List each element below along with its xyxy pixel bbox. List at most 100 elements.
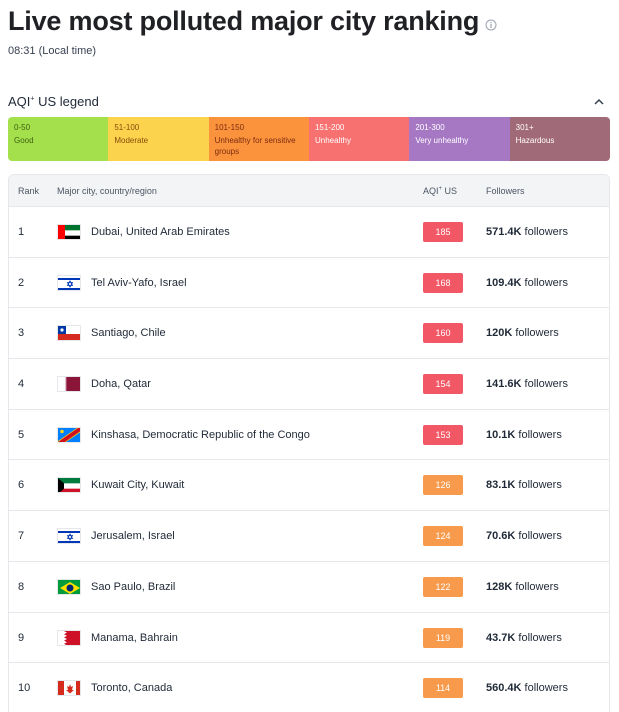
followers-count: 109.4K — [486, 276, 522, 289]
followers-suffix: followers — [515, 530, 562, 543]
followers-count: 571.4K — [486, 226, 522, 238]
aqi-badge: 160 — [423, 323, 463, 344]
city-link[interactable]: Toronto, Canada — [91, 682, 172, 694]
city-link[interactable]: Kuwait City, Kuwait — [91, 479, 184, 491]
legend-range: 0-50 — [14, 123, 31, 132]
table-row[interactable]: 3 Santiago, Chile 160 120K followers — [9, 308, 609, 360]
city-link[interactable]: Jerusalem, Israel — [91, 530, 175, 542]
followers-suffix: followers — [515, 479, 562, 492]
chevron-up-icon[interactable] — [592, 95, 606, 109]
page-title: Live most polluted major city ranking — [8, 6, 480, 36]
table-row[interactable]: 10 Toronto, Canada 114 560.4K followers — [9, 663, 609, 712]
rank-cell: 3 — [18, 327, 25, 340]
local-time: 08:31 (Local time) — [8, 45, 97, 57]
aqi-legend-bar: 0-50 Good 51-100 Moderate 101-150 Unhealthy f… — [8, 117, 610, 161]
legend-segment: 151-200 Unhealthy — [308, 117, 410, 161]
rank-cell: 9 — [18, 631, 25, 644]
rank-header: Rank — [18, 186, 40, 196]
table-row[interactable]: 8 Sao Paulo, Brazil 122 128K followers — [9, 562, 609, 613]
followers-cell: 560.4K followers — [486, 682, 568, 694]
followers-cell: 83.1K followers — [486, 479, 562, 491]
israel-flag-icon — [57, 274, 81, 291]
rank-cell: 2 — [18, 276, 25, 289]
table-row[interactable]: 4 Doha, Qatar 154 141.6K followers — [9, 359, 609, 410]
table-row[interactable]: 7 Jerusalem, Israel 124 70.6K followers — [9, 511, 609, 562]
aqi-badge: 168 — [423, 272, 463, 293]
legend-label: Unhealthy for sensitive groups — [214, 136, 296, 156]
followers-cell: 43.7K followers — [486, 632, 562, 644]
legend-label: Moderate — [114, 136, 149, 145]
info-icon[interactable] — [485, 19, 497, 31]
followers-count: 43.7K — [486, 631, 516, 644]
rank-cell: 8 — [18, 580, 25, 593]
table-header: Rank Major city, country/region AQI+ US … — [9, 175, 609, 207]
legend-range: 51-100 — [114, 123, 140, 132]
followers-suffix: followers — [515, 428, 562, 441]
legend-range: 301+ — [515, 123, 534, 132]
page-header: Live most polluted major city ranking — [8, 6, 497, 37]
aqi-badge: 185 — [423, 222, 463, 242]
brazil-flag-icon — [57, 578, 81, 595]
followers-count: 128K — [486, 580, 513, 593]
legend-range: 101-150 — [214, 123, 245, 132]
followers-suffix: followers — [521, 226, 568, 238]
table-body: 1 Dubai, United Arab Emirates 185 571.4K fo… — [9, 207, 609, 712]
followers-cell: 109.4K followers — [486, 277, 568, 289]
kuwait-flag-icon — [57, 477, 81, 494]
aqi-header: AQI+ US — [423, 186, 458, 196]
followers-header: Followers — [486, 186, 525, 196]
city-link[interactable]: Doha, Qatar — [91, 378, 151, 390]
drc-flag-icon — [57, 426, 81, 443]
legend-toggle[interactable]: AQI+ US legend — [8, 94, 610, 109]
followers-cell: 10.1K followers — [486, 429, 562, 441]
rank-cell: 5 — [18, 428, 25, 441]
city-header: Major city, country/region — [57, 186, 157, 196]
legend-segment: 101-150 Unhealthy for sensitive groups — [208, 117, 309, 161]
city-link[interactable]: Dubai, United Arab Emirates — [91, 226, 230, 238]
city-link[interactable]: Tel Aviv-Yafo, Israel — [91, 277, 187, 289]
followers-suffix: followers — [521, 276, 568, 289]
city-link[interactable]: Santiago, Chile — [91, 327, 166, 339]
followers-count: 70.6K — [486, 530, 516, 543]
followers-suffix: followers — [521, 682, 568, 695]
table-row[interactable]: 6 Kuwait City, Kuwait 126 83.1K followers — [9, 460, 609, 512]
legend-label: Unhealthy — [314, 136, 352, 145]
rank-cell: 7 — [18, 530, 25, 543]
city-link[interactable]: Kinshasa, Democratic Republic of the Con… — [91, 429, 310, 441]
legend-title: AQI+ US legend — [8, 94, 99, 109]
rank-cell: 6 — [18, 479, 25, 492]
city-link[interactable]: Sao Paulo, Brazil — [91, 581, 175, 593]
table-row[interactable]: 9 Manama, Bahrain 119 43.7K followers — [9, 613, 609, 664]
followers-cell: 128K followers — [486, 581, 559, 593]
aqi-badge: 154 — [423, 374, 463, 395]
aqi-badge: 122 — [423, 576, 463, 597]
followers-count: 120K — [486, 327, 513, 340]
legend-segment: 51-100 Moderate — [108, 117, 209, 161]
followers-cell: 70.6K followers — [486, 530, 562, 542]
followers-suffix: followers — [512, 327, 559, 340]
legend-segment: 201-300 Very unhealthy — [409, 117, 510, 161]
aqi-badge: 114 — [423, 678, 463, 699]
table-row[interactable]: 2 Tel Aviv-Yafo, Israel 168 109.4K follower… — [9, 258, 609, 309]
followers-count: 10.1K — [486, 428, 516, 441]
legend-range: 201-300 — [415, 123, 445, 132]
followers-suffix: followers — [521, 378, 568, 391]
followers-cell: 571.4K followers — [486, 226, 568, 238]
followers-suffix: followers — [512, 580, 559, 593]
ranking-table: Rank Major city, country/region AQI+ US … — [8, 174, 610, 712]
followers-cell: 120K followers — [486, 327, 559, 339]
qatar-flag-icon — [57, 376, 81, 393]
rank-cell: 1 — [18, 226, 25, 238]
table-row[interactable]: 1 Dubai, United Arab Emirates 185 571.4K fo… — [9, 207, 609, 258]
table-row[interactable]: 5 Kinshasa, Democratic Republic of the Co… — [9, 410, 609, 461]
aqi-badge: 124 — [423, 526, 463, 547]
legend-segment: 0-50 Good — [8, 117, 109, 161]
followers-cell: 141.6K followers — [486, 378, 568, 390]
city-link[interactable]: Manama, Bahrain — [91, 632, 178, 644]
uae-flag-icon — [57, 224, 81, 240]
rank-cell: 10 — [18, 682, 31, 695]
aqi-badge: 153 — [423, 424, 463, 445]
aqi-badge: 119 — [423, 627, 463, 648]
canada-flag-icon — [57, 680, 81, 697]
bahrain-flag-icon — [57, 629, 81, 646]
